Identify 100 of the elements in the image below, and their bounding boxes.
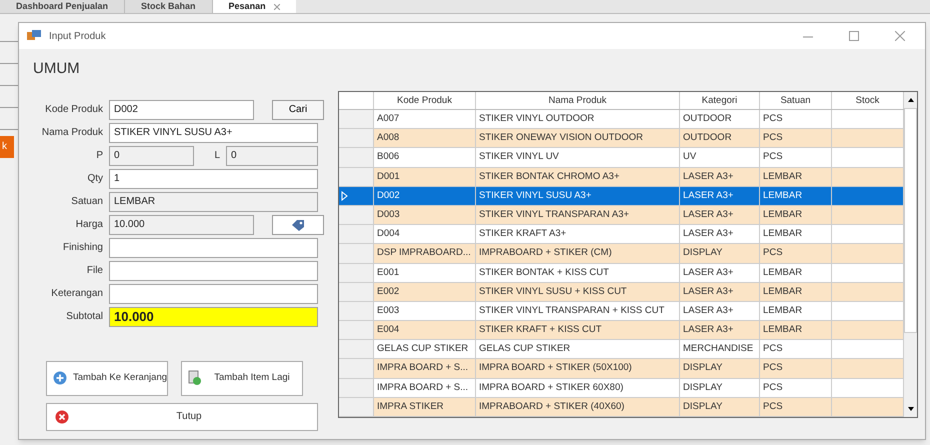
- input-field[interactable]: D002: [109, 100, 254, 120]
- table-cell: IMPRA BOARD + STIKER 60X80): [476, 378, 680, 397]
- search-button[interactable]: Cari: [272, 100, 324, 120]
- table-cell: LASER A3+: [680, 225, 760, 244]
- document-add-icon: [188, 370, 202, 386]
- field-label: L: [213, 149, 220, 163]
- close-icon[interactable]: [895, 31, 905, 41]
- table-cell: IMPRA BOARD + STIKER (50X100): [476, 359, 680, 378]
- table-cell: UV: [680, 148, 760, 167]
- table-cell: E004: [374, 321, 476, 340]
- field-label: Keterangan: [50, 287, 103, 301]
- table-cell: STIKER VINYL UV: [476, 148, 680, 167]
- tag-icon: [291, 218, 305, 230]
- table-cell: LEMBAR: [760, 282, 832, 301]
- table-row[interactable]: E004 STIKER KRAFT + KISS CUT LASER A3+ LEMBAR: [339, 321, 904, 340]
- table-row[interactable]: D003 STIKER VINYL TRANSPARAN A3+ LASER A3+ LEMBAR: [339, 206, 904, 226]
- table-cell: STIKER VINYL TRANSPARAN + KISS CUT: [476, 302, 680, 320]
- table-row[interactable]: DSP IMPRABOARD... IMPRABOARD + STIKER (CM) DISPLAY PCS: [339, 244, 904, 264]
- table-cell: STIKER BONTAK + KISS CUT: [476, 264, 680, 282]
- table-cell: LEMBAR: [760, 321, 832, 340]
- action-button[interactable]: Tambah Ke Keranjang: [46, 360, 168, 396]
- table-cell: IMPRA BOARD + S...: [374, 359, 476, 378]
- row-pointer-icon: [341, 190, 348, 201]
- table-cell: E001: [374, 264, 476, 282]
- table-cell: PCS: [760, 398, 832, 416]
- table-cell: D003: [374, 206, 476, 224]
- tab[interactable]: Stock Bahan: [125, 0, 213, 13]
- table-row[interactable]: D001 STIKER BONTAK CHROMO A3+ LASER A3+ LEMBAR: [339, 168, 904, 187]
- input-field[interactable]: [109, 238, 318, 258]
- table-row[interactable]: E002 STIKER VINYL SUSU + KISS CUT LASER A3+ LEMBAR: [339, 282, 904, 302]
- table-cell: D001: [374, 168, 476, 186]
- field-label: Harga: [74, 218, 103, 232]
- table-cell: D002: [374, 186, 476, 205]
- plus-icon: [53, 371, 67, 385]
- table-cell: STIKER VINYL TRANSPARAN A3+: [476, 206, 680, 224]
- table-row[interactable]: B006 STIKER VINYL UV UV PCS: [339, 148, 904, 168]
- table-cell: PCS: [760, 129, 832, 148]
- table-cell: DISPLAY: [680, 398, 760, 416]
- table-cell: STIKER VINYL SUSU A3+: [476, 186, 680, 205]
- field-label: File: [86, 264, 103, 278]
- table-cell: IMPRABOARD + STIKER (40X60): [476, 398, 680, 416]
- table-cell: E002: [374, 282, 476, 301]
- table-cell: PCS: [760, 110, 832, 128]
- table-cell: LASER A3+: [680, 302, 760, 320]
- input-field[interactable]: 10.000: [109, 306, 318, 326]
- input-field[interactable]: STIKER VINYL SUSU A3+: [109, 122, 318, 142]
- table-row[interactable]: D004 STIKER KRAFT A3+ LASER A3+ LEMBAR: [339, 225, 904, 244]
- field-label: Kode Produk: [44, 103, 103, 117]
- maximize-icon[interactable]: [849, 31, 859, 41]
- table-cell: A007: [374, 110, 476, 128]
- table-cell: GELAS CUP STIKER: [476, 340, 680, 358]
- tab[interactable]: Dashboard Penjualan: [0, 0, 126, 13]
- table-cell: PCS: [760, 359, 832, 378]
- table-row[interactable]: D002 STIKER VINYL SUSU A3+ LASER A3+ LEMBAR: [339, 186, 904, 206]
- column-header[interactable]: Kategori: [680, 92, 760, 109]
- field-label: Subtotal: [65, 310, 103, 324]
- table-row[interactable]: GELAS CUP STIKER GELAS CUP STIKER MERCHANDISE PCS: [339, 340, 904, 360]
- column-header[interactable]: Satuan: [760, 92, 832, 109]
- table-row[interactable]: A007 STIKER VINYL OUTDOOR OUTDOOR PCS: [339, 110, 904, 130]
- table-cell: D004: [374, 225, 476, 244]
- table-cell: LEMBAR: [760, 225, 832, 244]
- table-cell: IMPRA BOARD + S...: [374, 378, 476, 397]
- input-field[interactable]: [109, 284, 318, 304]
- table-cell: STIKER BONTAK CHROMO A3+: [476, 168, 680, 186]
- close-icon: [55, 410, 69, 424]
- input-field[interactable]: 1: [109, 168, 318, 188]
- tab[interactable]: Pesanan: [212, 0, 296, 13]
- table-cell: DISPLAY: [680, 244, 760, 262]
- column-header[interactable]: Nama Produk: [476, 92, 680, 109]
- table-cell: DISPLAY: [680, 359, 760, 378]
- table-row[interactable]: A008 STIKER ONEWAY VISION OUTDOOR OUTDOOR PCS: [339, 129, 904, 148]
- close-icon[interactable]: [274, 4, 280, 10]
- table-row[interactable]: IMPRA BOARD + S... IMPRA BOARD + STIKER (50X100) DISPLAY PCS: [339, 359, 904, 379]
- table-row[interactable]: IMPRA STIKER IMPRABOARD + STIKER (40X60) DISPLAY PCS: [339, 398, 904, 417]
- table-cell: PCS: [760, 244, 832, 262]
- field-label: Qty: [86, 172, 103, 186]
- table-cell: DISPLAY: [680, 378, 760, 397]
- field-label: Finishing: [62, 241, 103, 255]
- table-cell: LEMBAR: [760, 168, 832, 186]
- table-row[interactable]: E003 STIKER VINYL TRANSPARAN + KISS CUT LASER A3+ LEMBAR: [339, 302, 904, 322]
- table-cell: E003: [374, 302, 476, 320]
- close-button[interactable]: Tutup: [46, 402, 318, 430]
- table-cell: IMPRA STIKER: [374, 398, 476, 416]
- section-title: UMUM: [33, 59, 81, 79]
- table-cell: LEMBAR: [760, 206, 832, 224]
- table-cell: STIKER KRAFT A3+: [476, 225, 680, 244]
- table-row[interactable]: E001 STIKER BONTAK + KISS CUT LASER A3+ LEMBAR: [339, 264, 904, 283]
- table-cell: LASER A3+: [680, 206, 760, 224]
- field-label: P: [95, 149, 103, 163]
- column-header[interactable]: Kode Produk: [374, 92, 476, 109]
- table-cell: IMPRABOARD + STIKER (CM): [476, 244, 680, 262]
- table-cell: LASER A3+: [680, 264, 760, 282]
- table-cell: PCS: [760, 340, 832, 358]
- table-cell: B006: [374, 148, 476, 167]
- action-button[interactable]: Tambah Item Lagi: [181, 360, 303, 396]
- table-cell: STIKER VINYL SUSU + KISS CUT: [476, 282, 680, 301]
- field-label: Satuan: [70, 195, 103, 209]
- table-row[interactable]: IMPRA BOARD + S... IMPRA BOARD + STIKER 60X80) DISPLAY PCS: [339, 378, 904, 398]
- tag-button[interactable]: [272, 214, 324, 234]
- input-field[interactable]: [109, 260, 318, 280]
